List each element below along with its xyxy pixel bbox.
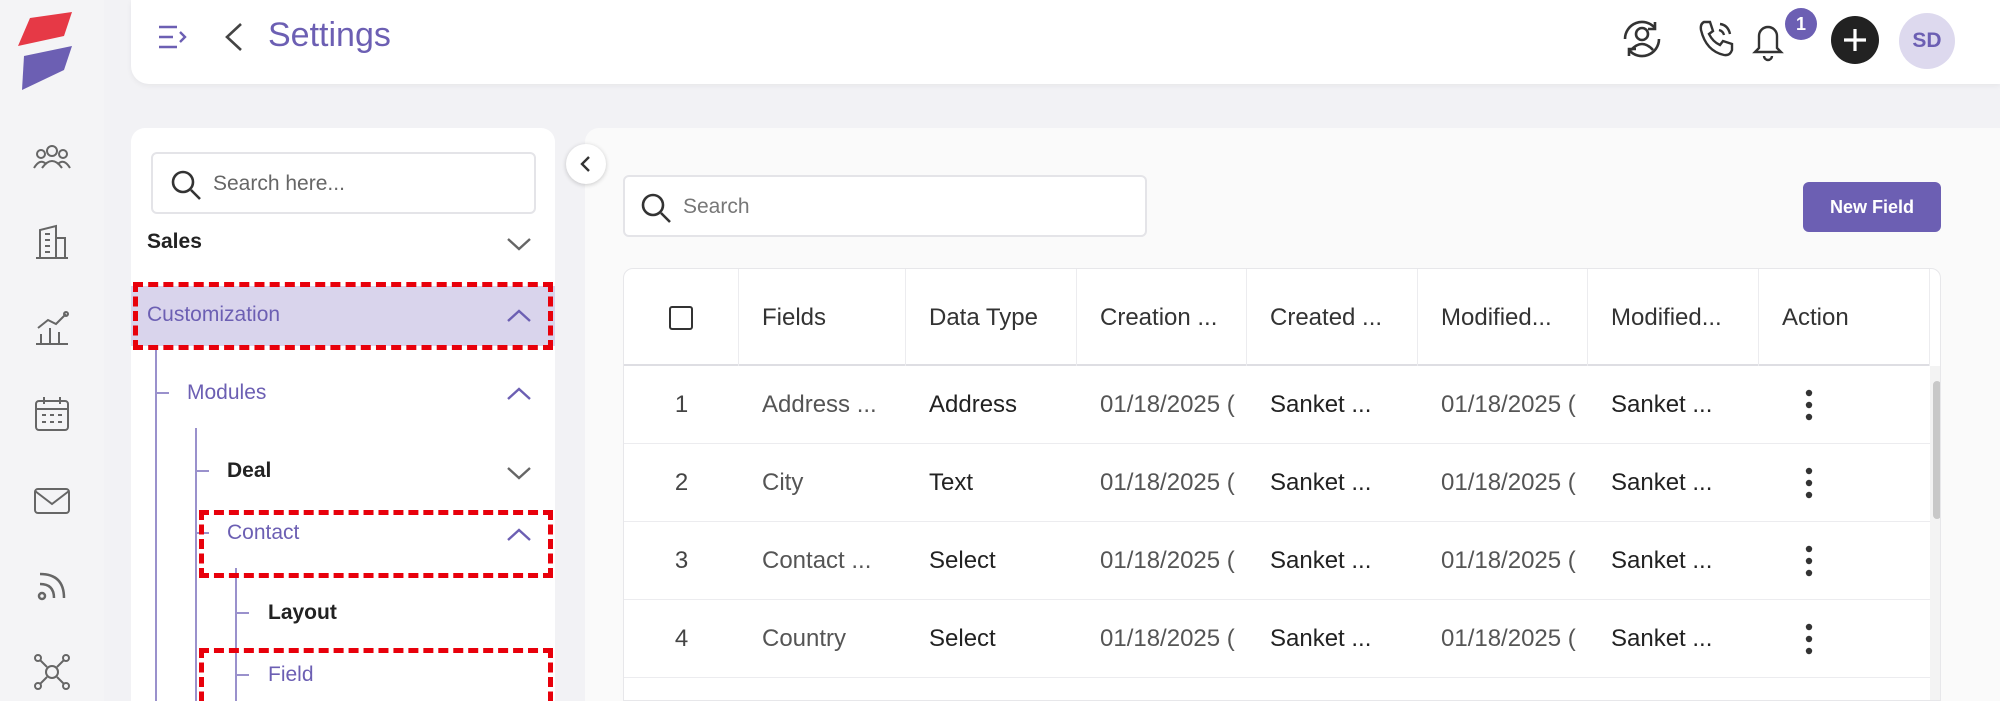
deals-icon[interactable]	[32, 308, 72, 348]
add-button[interactable]	[1831, 16, 1879, 64]
field-name-cell[interactable]: Contact ...	[762, 522, 902, 600]
tree-line	[155, 392, 169, 394]
annotation-box	[199, 510, 553, 578]
creation-date-cell: 01/18/2025 (	[1100, 469, 1235, 496]
modified-date-cell: 01/18/2025 (	[1441, 547, 1576, 574]
more-options-icon[interactable]	[1797, 385, 1821, 425]
mail-icon[interactable]	[32, 480, 72, 520]
table-scrollbar-thumb[interactable]	[1933, 381, 1940, 519]
tree-item-modules[interactable]: Modules	[187, 371, 266, 415]
created-by-cell: Sanket ...	[1270, 625, 1372, 652]
settings-tree-panel: Sales Customization Modules Deal Contact…	[131, 128, 555, 701]
created-by-cell: Sanket ...	[1270, 469, 1372, 496]
modified-by-cell: Sanket ...	[1611, 625, 1713, 652]
select-all-cell	[624, 269, 739, 366]
plus-icon	[1844, 29, 1866, 51]
chevron-left-icon	[580, 156, 590, 172]
table-row[interactable]: 3 Contact ... Select 01/18/2025 ( Sanket…	[624, 522, 1930, 600]
creation-date-cell: 01/18/2025 (	[1100, 391, 1235, 418]
tree-item-layout[interactable]: Layout	[268, 591, 337, 635]
row-index: 4	[674, 625, 689, 652]
phone-icon[interactable]	[1690, 14, 1740, 64]
select-all-checkbox[interactable]	[669, 305, 693, 330]
collapse-panel-button[interactable]	[566, 144, 606, 184]
tree-line	[235, 612, 249, 614]
annotation-box	[199, 648, 553, 701]
feeds-icon[interactable]	[32, 566, 72, 606]
calendar-icon[interactable]	[32, 394, 72, 434]
action-cell	[1759, 444, 1859, 522]
back-arrow-icon[interactable]	[219, 20, 249, 54]
more-options-icon[interactable]	[1797, 619, 1821, 659]
column-header-creation-date[interactable]: Creation ...	[1077, 269, 1247, 366]
action-cell	[1759, 600, 1859, 678]
data-type-cell: Select	[929, 625, 996, 652]
more-options-icon[interactable]	[1797, 541, 1821, 581]
menu-toggle-icon[interactable]	[155, 20, 189, 54]
field-name-cell[interactable]: Address ...	[762, 366, 902, 444]
table-header: Fields Data Type Creation ... Created ..…	[624, 269, 1930, 366]
page-title: Settings	[268, 16, 391, 54]
user-avatar[interactable]: SD	[1899, 13, 1955, 69]
companies-icon[interactable]	[32, 222, 72, 262]
row-index: 1	[674, 391, 689, 418]
app-logo-icon[interactable]	[16, 12, 78, 90]
field-search-input[interactable]	[683, 189, 1123, 225]
field-name-cell[interactable]: City	[762, 444, 902, 522]
modified-date-cell: 01/18/2025 (	[1441, 625, 1576, 652]
modified-by-cell: Sanket ...	[1611, 391, 1713, 418]
search-icon	[171, 170, 201, 200]
tree-line	[155, 346, 157, 701]
tree-line	[195, 428, 197, 701]
tree-search-input[interactable]	[213, 166, 513, 202]
integrations-icon[interactable]	[32, 652, 72, 692]
column-header-modified-by[interactable]: Modified...	[1588, 269, 1759, 366]
table-row[interactable]: 1 Address ... Address 01/18/2025 ( Sanke…	[624, 366, 1930, 444]
tree-line	[195, 470, 209, 472]
creation-date-cell: 01/18/2025 (	[1100, 625, 1235, 652]
action-cell	[1759, 522, 1859, 600]
row-index: 3	[674, 547, 689, 574]
chevron-down-icon[interactable]	[504, 232, 534, 256]
fields-table: Fields Data Type Creation ... Created ..…	[623, 268, 1941, 701]
tree-item-sales[interactable]: Sales	[147, 220, 202, 264]
annotation-box	[133, 282, 553, 350]
created-by-cell: Sanket ...	[1270, 391, 1372, 418]
top-header: Settings 1 SD	[131, 0, 2000, 84]
data-type-cell: Select	[929, 547, 996, 574]
table-row[interactable]: 2 City Text 01/18/2025 ( Sanket ... 01/1…	[624, 444, 1930, 522]
modified-by-cell: Sanket ...	[1611, 469, 1713, 496]
chevron-down-icon[interactable]	[504, 461, 534, 485]
modified-date-cell: 01/18/2025 (	[1441, 469, 1576, 496]
action-cell	[1759, 366, 1859, 444]
notification-badge: 1	[1785, 8, 1817, 40]
row-index: 2	[674, 469, 689, 496]
field-name-cell[interactable]: Country	[762, 600, 902, 678]
data-type-cell: Text	[929, 469, 974, 496]
chevron-up-icon[interactable]	[504, 382, 534, 406]
column-header-action: Action	[1759, 269, 1930, 366]
search-icon	[641, 193, 671, 223]
modified-date-cell: 01/18/2025 (	[1441, 391, 1576, 418]
column-header-fields[interactable]: Fields	[739, 269, 906, 366]
tree-item-deal[interactable]: Deal	[227, 449, 271, 493]
column-header-created-by[interactable]: Created ...	[1247, 269, 1418, 366]
new-field-button[interactable]: New Field	[1803, 182, 1941, 232]
modified-by-cell: Sanket ...	[1611, 547, 1713, 574]
tree-search-box	[151, 152, 536, 214]
created-by-cell: Sanket ...	[1270, 547, 1372, 574]
creation-date-cell: 01/18/2025 (	[1100, 547, 1235, 574]
table-row[interactable]: 4 Country Select 01/18/2025 ( Sanket ...…	[624, 600, 1930, 678]
more-options-icon[interactable]	[1797, 463, 1821, 503]
data-type-cell: Address	[929, 391, 1018, 418]
column-header-data-type[interactable]: Data Type	[906, 269, 1077, 366]
icon-rail	[0, 0, 104, 701]
user-sync-icon[interactable]	[1617, 14, 1667, 64]
contacts-icon[interactable]	[32, 138, 72, 178]
field-search-box	[623, 175, 1147, 237]
column-header-modified-date[interactable]: Modified...	[1418, 269, 1588, 366]
